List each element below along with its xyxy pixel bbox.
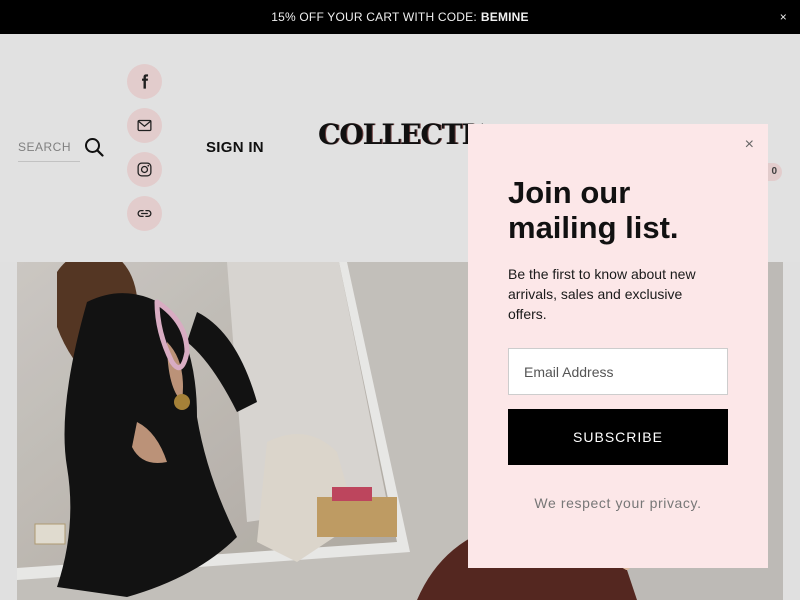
search-field-wrapper <box>18 134 80 162</box>
instagram-icon[interactable] <box>127 152 162 187</box>
announcement-bar: 15% OFF YOUR CART WITH CODE: BEMINE × <box>0 0 800 34</box>
popup-close-button[interactable]: × <box>745 136 754 154</box>
subscribe-button[interactable]: SUBSCRIBE <box>508 409 728 465</box>
search-input[interactable] <box>18 134 80 154</box>
discount-code: BEMINE <box>480 10 529 24</box>
privacy-note: We respect your privacy. <box>534 495 702 511</box>
link-icon[interactable] <box>127 196 162 231</box>
popup-description: Be the first to know about new arrivals,… <box>508 266 696 322</box>
newsletter-popup: × Join our mailing list. Be the first to… <box>468 124 768 568</box>
mail-icon[interactable] <box>127 108 162 143</box>
search-icon[interactable] <box>84 137 104 157</box>
sign-in-link[interactable]: SIGN IN <box>206 139 264 156</box>
announcement-close-button[interactable]: × <box>780 10 787 24</box>
popup-title: Join our mailing list. <box>508 175 679 245</box>
site-logo[interactable]: COLLECTION <box>318 118 483 152</box>
facebook-icon[interactable] <box>127 64 162 99</box>
email-field[interactable] <box>508 348 728 395</box>
announcement-text: 15% OFF YOUR CART WITH CODE: <box>271 10 477 24</box>
